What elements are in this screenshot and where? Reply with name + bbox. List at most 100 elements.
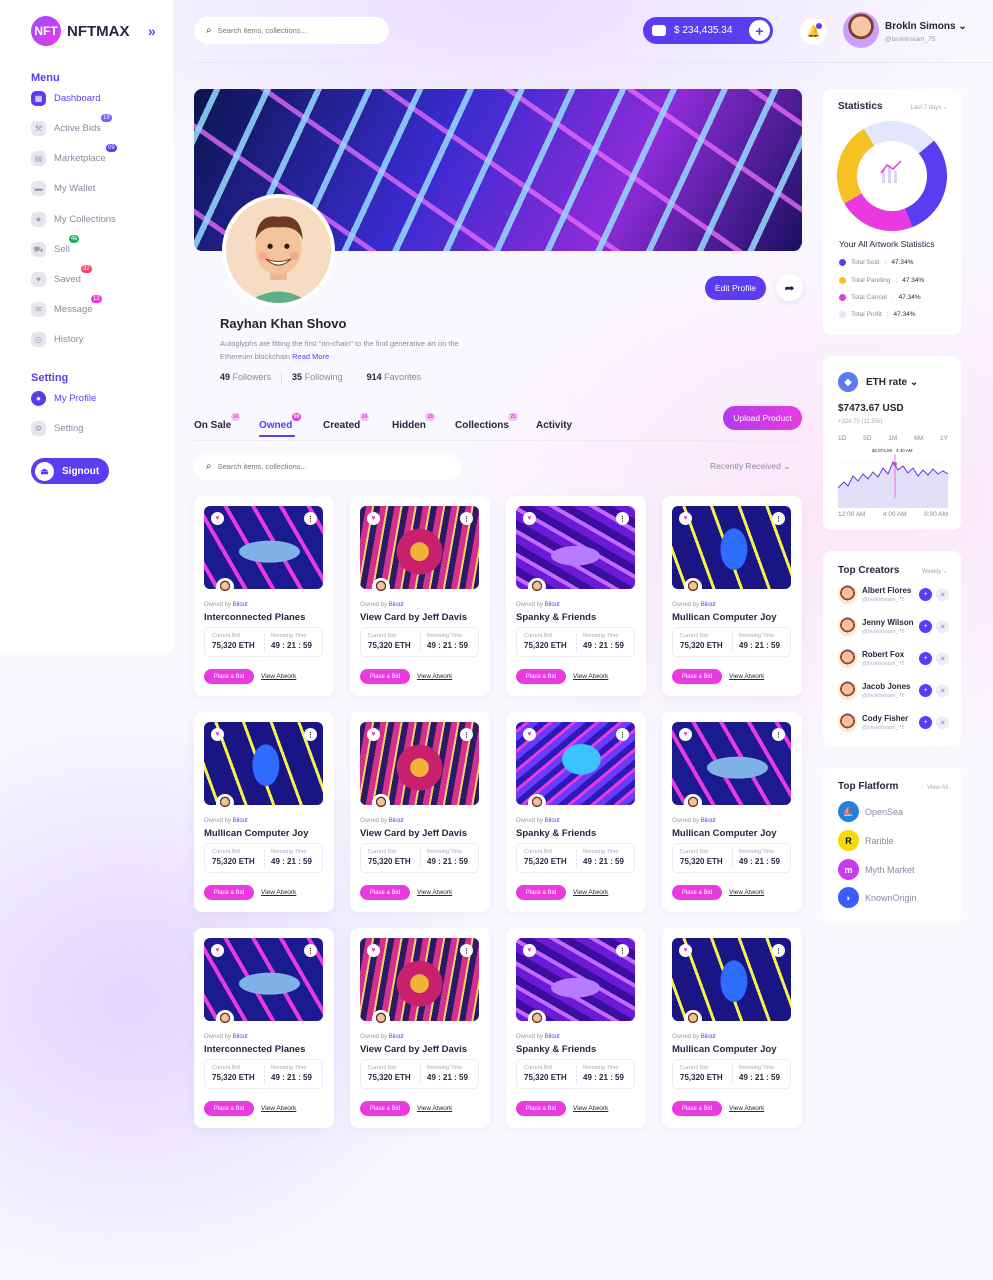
- tab-on-sale[interactable]: On Sale 14: [194, 413, 241, 431]
- followers-stat[interactable]: 49 Followers: [220, 372, 271, 384]
- platform-item[interactable]: ◗ KnownOrigin: [838, 887, 917, 908]
- nft-card[interactable]: ♥ ⋮ Owned by Bilout Mullican Computer Joy Cu…: [662, 712, 802, 912]
- nft-card[interactable]: ♥ ⋮ Owned by Bilout View Card by Jeff Davis…: [350, 928, 490, 1128]
- view-artwork-link[interactable]: View Atwork: [417, 673, 452, 680]
- follow-icon[interactable]: +: [919, 652, 932, 665]
- creators-range-dropdown[interactable]: Weekly ⌄: [922, 568, 948, 575]
- edit-profile-button[interactable]: Edit Profile: [705, 276, 766, 300]
- view-artwork-link[interactable]: View Atwork: [261, 889, 296, 896]
- tab-owned[interactable]: Owned 09: [259, 413, 302, 431]
- content-search[interactable]: ⌕: [194, 453, 461, 480]
- heart-icon[interactable]: ♥: [679, 728, 692, 741]
- view-artwork-link[interactable]: View Atwork: [417, 889, 452, 896]
- close-icon[interactable]: ✕: [936, 684, 949, 697]
- place-bid-button[interactable]: Place a Bid: [672, 1101, 722, 1116]
- read-more-link[interactable]: Read More: [292, 352, 329, 361]
- more-icon[interactable]: ⋮: [460, 728, 473, 741]
- follow-icon[interactable]: +: [919, 684, 932, 697]
- range-1y[interactable]: 1Y: [940, 435, 948, 442]
- statistics-range-dropdown[interactable]: Last 7 days ⌄: [911, 104, 948, 111]
- heart-icon[interactable]: ♥: [211, 944, 224, 957]
- close-icon[interactable]: ✕: [936, 588, 949, 601]
- owner-link[interactable]: Bilout: [545, 818, 560, 824]
- more-icon[interactable]: ⋮: [772, 944, 785, 957]
- place-bid-button[interactable]: Place a Bid: [204, 885, 254, 900]
- sidebar-item-saved[interactable]: ♥ Saved 32: [31, 265, 92, 287]
- owner-link[interactable]: Bilout: [389, 602, 404, 608]
- owner-link[interactable]: Bilout: [545, 602, 560, 608]
- search-input[interactable]: [217, 26, 368, 35]
- sidebar-item-sell[interactable]: ⛟ Sell 4k: [31, 235, 80, 257]
- nft-card[interactable]: ♥ ⋮ Owned by Bilout View Card by Jeff Davis…: [350, 712, 490, 912]
- more-icon[interactable]: ⋮: [460, 512, 473, 525]
- place-bid-button[interactable]: Place a Bid: [360, 885, 410, 900]
- owner-link[interactable]: Bilout: [233, 1034, 248, 1040]
- add-funds-button[interactable]: +: [749, 20, 770, 41]
- creator-item[interactable]: Albert Flores @broklinsiam_75 + ✕: [838, 585, 950, 605]
- nft-card[interactable]: ♥ ⋮ Owned by Bilout Spanky & Friends Current…: [506, 496, 646, 696]
- top-search[interactable]: ⌕: [194, 17, 389, 44]
- sidebar-item-message[interactable]: ✉ Message 12: [31, 295, 102, 317]
- view-artwork-link[interactable]: View Atwork: [261, 673, 296, 680]
- nft-card[interactable]: ♥ ⋮ Owned by Bilout Interconnected Planes Cu…: [194, 928, 334, 1128]
- tab-collections[interactable]: Collections 21: [455, 413, 518, 431]
- nft-card[interactable]: ♥ ⋮ Owned by Bilout View Card by Jeff Davis…: [350, 496, 490, 696]
- view-artwork-link[interactable]: View Atwork: [729, 889, 764, 896]
- follow-icon[interactable]: +: [919, 716, 932, 729]
- owner-link[interactable]: Bilout: [701, 602, 716, 608]
- owner-link[interactable]: Bilout: [389, 818, 404, 824]
- creator-item[interactable]: Jacob Jones @broklinsiam_75 + ✕: [838, 681, 950, 701]
- favorites-stat[interactable]: 914 Favorites: [367, 372, 422, 384]
- platform-item[interactable]: m Myth Market: [838, 859, 915, 880]
- user-avatar[interactable]: [843, 12, 879, 48]
- view-all-link[interactable]: View All: [927, 785, 948, 791]
- tab-hidden[interactable]: Hidden 18: [392, 413, 435, 431]
- place-bid-button[interactable]: Place a Bid: [516, 669, 566, 684]
- owner-link[interactable]: Bilout: [233, 818, 248, 824]
- more-icon[interactable]: ⋮: [460, 944, 473, 957]
- owner-link[interactable]: Bilout: [389, 1034, 404, 1040]
- range-1m[interactable]: 1M: [888, 435, 897, 442]
- heart-icon[interactable]: ♥: [211, 728, 224, 741]
- owner-link[interactable]: Bilout: [233, 602, 248, 608]
- more-icon[interactable]: ⋮: [616, 728, 629, 741]
- heart-icon[interactable]: ♥: [367, 728, 380, 741]
- share-button[interactable]: ➦: [776, 274, 803, 301]
- app-logo[interactable]: NFT NFTMAX: [31, 16, 130, 46]
- sidebar-item-marketplace[interactable]: ▤ Marketplace 09: [31, 144, 117, 166]
- view-artwork-link[interactable]: View Atwork: [573, 1105, 608, 1112]
- view-artwork-link[interactable]: View Atwork: [573, 673, 608, 680]
- nft-card[interactable]: ♥ ⋮ Owned by Bilout Interconnected Planes Cu…: [194, 496, 334, 696]
- tab-activity[interactable]: Activity: [536, 420, 572, 431]
- more-icon[interactable]: ⋮: [304, 512, 317, 525]
- signout-button[interactable]: ⏏ Signout: [31, 458, 109, 484]
- creator-item[interactable]: Cody Fisher @broklinsiam_75 + ✕: [838, 713, 950, 733]
- sidebar-item-wallet[interactable]: ▬ My Wallet: [31, 181, 95, 196]
- close-icon[interactable]: ✕: [936, 716, 949, 729]
- search-input[interactable]: [217, 462, 368, 471]
- follow-icon[interactable]: +: [919, 620, 932, 633]
- more-icon[interactable]: ⋮: [616, 944, 629, 957]
- place-bid-button[interactable]: Place a Bid: [204, 1101, 254, 1116]
- more-icon[interactable]: ⋮: [772, 728, 785, 741]
- nft-card[interactable]: ♥ ⋮ Owned by Bilout Spanky & Friends Current…: [506, 928, 646, 1128]
- owner-link[interactable]: Bilout: [701, 818, 716, 824]
- place-bid-button[interactable]: Place a Bid: [516, 885, 566, 900]
- tab-created[interactable]: Created 24: [323, 413, 370, 431]
- owner-link[interactable]: Bilout: [701, 1034, 716, 1040]
- range-1d[interactable]: 1D: [838, 435, 846, 442]
- heart-icon[interactable]: ♥: [367, 944, 380, 957]
- sidebar-item-my-profile[interactable]: ● My Profile: [31, 391, 96, 406]
- notification-button[interactable]: 🔔: [800, 18, 827, 45]
- close-icon[interactable]: ✕: [936, 652, 949, 665]
- heart-icon[interactable]: ♥: [211, 512, 224, 525]
- more-icon[interactable]: ⋮: [616, 512, 629, 525]
- collapse-sidebar-icon[interactable]: »: [148, 23, 156, 39]
- nft-card[interactable]: ♥ ⋮ Owned by Bilout Mullican Computer Joy Cu…: [662, 496, 802, 696]
- platform-item[interactable]: R Rarible: [838, 830, 894, 851]
- nft-card[interactable]: ♥ ⋮ Owned by Bilout Spanky & Friends Current…: [506, 712, 646, 912]
- place-bid-button[interactable]: Place a Bid: [360, 669, 410, 684]
- eth-rate-dropdown[interactable]: ETH rate ⌄: [866, 377, 918, 388]
- more-icon[interactable]: ⋮: [772, 512, 785, 525]
- sidebar-item-active-bids[interactable]: ⚒ Active Bids 19: [31, 114, 112, 136]
